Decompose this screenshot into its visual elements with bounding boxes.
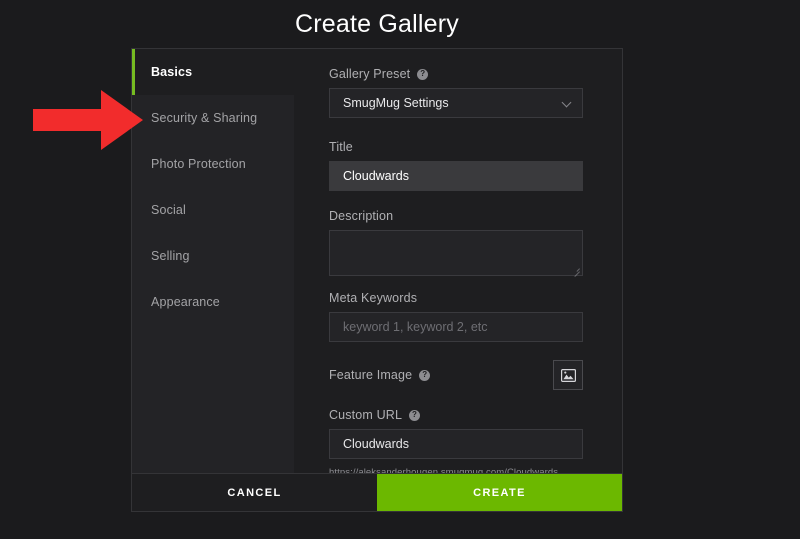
sidebar-item-photo-protection[interactable]: Photo Protection — [132, 141, 294, 187]
picture-icon — [560, 368, 576, 382]
dialog-sidebar: Basics Security & Sharing Photo Protecti… — [132, 49, 294, 474]
feature-image-label-row: Feature Image ? — [329, 368, 431, 382]
field-feature-image: Feature Image ? — [329, 357, 583, 393]
description-label-row: Description — [329, 209, 583, 223]
sidebar-item-basics[interactable]: Basics — [132, 49, 294, 95]
gallery-preset-label-row: Gallery Preset ? — [329, 67, 583, 81]
sidebar-item-label: Basics — [151, 65, 193, 79]
feature-image-label: Feature Image — [329, 368, 413, 382]
custom-url-input[interactable] — [329, 429, 583, 459]
gallery-preset-label: Gallery Preset — [329, 67, 411, 81]
sidebar-item-label: Social — [151, 203, 186, 217]
field-gallery-preset: Gallery Preset ? SmugMug Settings — [329, 67, 583, 118]
page-title: Create Gallery — [295, 10, 459, 38]
field-meta-keywords: Meta Keywords — [329, 291, 583, 342]
sidebar-item-appearance[interactable]: Appearance — [132, 279, 294, 325]
active-accent-bar — [132, 49, 135, 95]
title-label-row: Title — [329, 140, 583, 154]
field-custom-url: Custom URL ? https://aleksanderhougen.sm… — [329, 408, 583, 478]
dialog-footer: CANCEL CREATE — [132, 473, 622, 511]
title-input[interactable] — [329, 161, 583, 191]
description-textarea[interactable] — [329, 230, 583, 276]
gallery-preset-select[interactable]: SmugMug Settings — [329, 88, 583, 118]
create-button[interactable]: CREATE — [377, 474, 622, 511]
create-gallery-dialog: Basics Security & Sharing Photo Protecti… — [131, 48, 623, 512]
field-title: Title — [329, 140, 583, 191]
help-icon[interactable]: ? — [409, 409, 421, 421]
sidebar-item-security-sharing[interactable]: Security & Sharing — [132, 95, 294, 141]
sidebar-item-label: Photo Protection — [151, 157, 246, 171]
sidebar-filler — [132, 325, 294, 473]
app-background: Create Gallery Basics Security & Sharing… — [0, 0, 800, 539]
dialog-content: Gallery Preset ? SmugMug Settings Title — [294, 49, 622, 478]
help-icon[interactable]: ? — [419, 369, 431, 381]
sidebar-item-label: Selling — [151, 249, 190, 263]
meta-keywords-label-row: Meta Keywords — [329, 291, 583, 305]
sidebar-item-social[interactable]: Social — [132, 187, 294, 233]
gallery-preset-select-wrap: SmugMug Settings — [329, 88, 583, 118]
custom-url-label-row: Custom URL ? — [329, 408, 583, 422]
title-label: Title — [329, 140, 353, 154]
feature-image-button[interactable] — [553, 360, 583, 390]
field-description: Description — [329, 209, 583, 277]
sidebar-item-label: Security & Sharing — [151, 111, 258, 125]
custom-url-label: Custom URL — [329, 408, 403, 422]
help-icon[interactable]: ? — [417, 68, 429, 80]
description-label: Description — [329, 209, 394, 223]
meta-keywords-input[interactable] — [329, 312, 583, 342]
description-textarea-wrap — [329, 230, 583, 277]
annotation-arrow-icon — [33, 90, 143, 150]
cancel-button[interactable]: CANCEL — [132, 474, 377, 511]
sidebar-item-label: Appearance — [151, 295, 220, 309]
sidebar-item-selling[interactable]: Selling — [132, 233, 294, 279]
meta-keywords-label: Meta Keywords — [329, 291, 418, 305]
